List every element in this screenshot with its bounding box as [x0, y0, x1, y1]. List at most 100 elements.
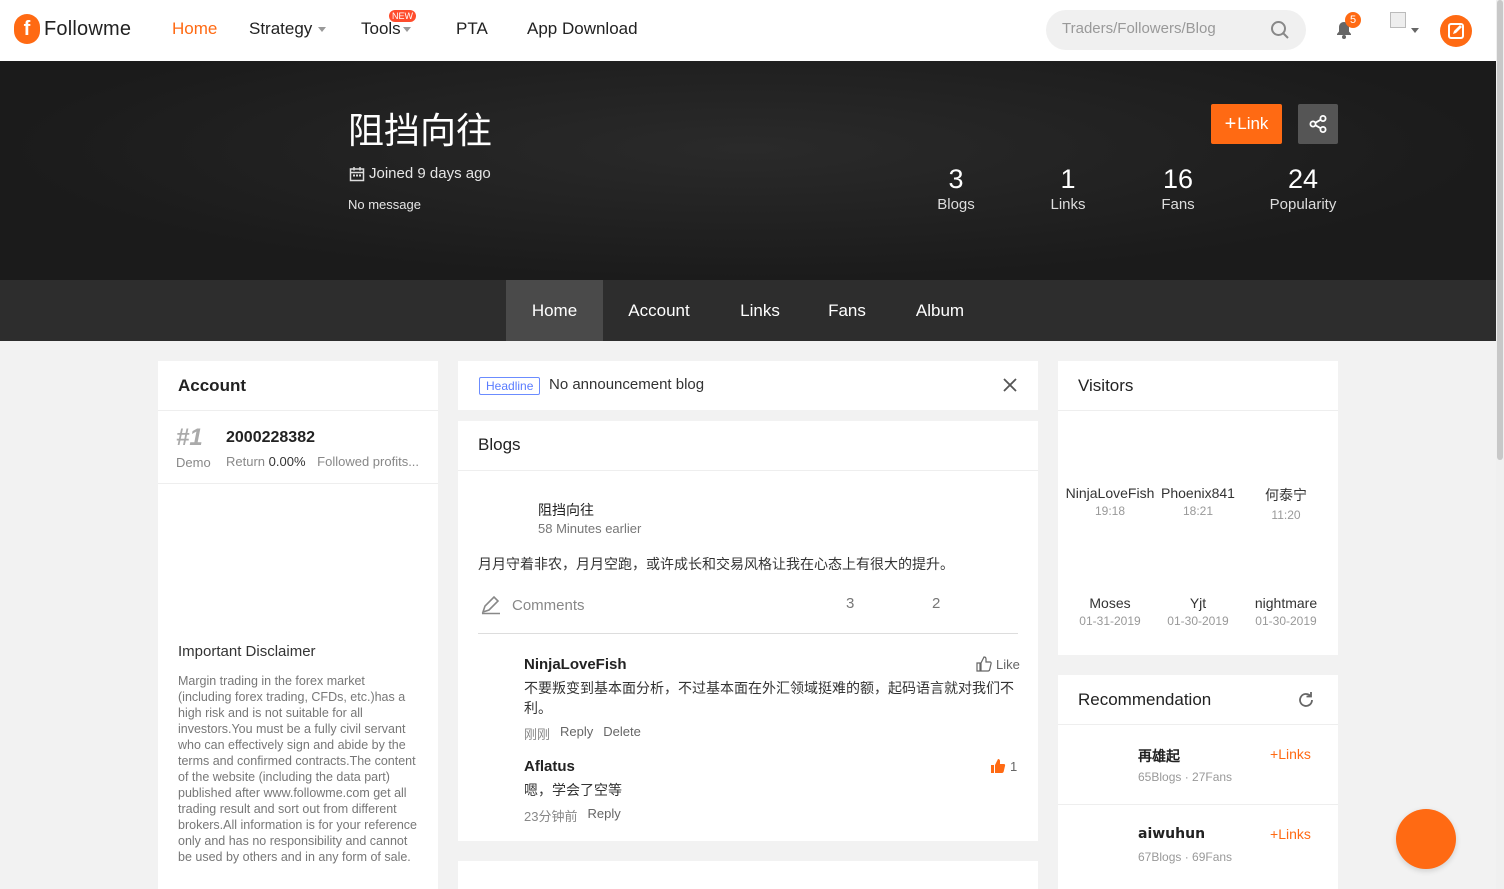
rec-link-button[interactable]: +Links: [1270, 746, 1311, 762]
stat-value: 16: [1162, 164, 1194, 194]
tab-account[interactable]: Account: [612, 280, 706, 341]
refresh-icon[interactable]: [1296, 690, 1316, 715]
nav-strategy-label: Strategy: [249, 19, 313, 38]
rec-link-button[interactable]: +Links: [1270, 826, 1311, 842]
avatar[interactable]: [1390, 12, 1406, 28]
stat-value: 1: [1060, 164, 1076, 194]
joined-text: Joined 9 days ago: [369, 165, 491, 182]
rec-user-name[interactable]: aiwuhun: [1138, 826, 1205, 842]
nav-home[interactable]: Home: [172, 19, 217, 39]
notification-badge: 5: [1345, 12, 1361, 28]
tab-links[interactable]: Links: [722, 280, 798, 341]
visitor-item[interactable]: Moses 01-31-2019: [1062, 595, 1158, 628]
recommendation-title: Recommendation: [1078, 690, 1212, 709]
edit-comment-icon: [481, 595, 500, 615]
stat-blogs[interactable]: 3 Blogs: [937, 164, 975, 213]
chevron-down-icon[interactable]: [1411, 28, 1419, 33]
reply-button[interactable]: Reply: [560, 724, 593, 743]
stat-label: Blogs: [937, 196, 975, 213]
nav-tools[interactable]: Tools: [361, 19, 411, 39]
visitor-name: 何泰宁: [1265, 487, 1307, 503]
tab-fans[interactable]: Fans: [812, 280, 882, 341]
nav-strategy[interactable]: Strategy: [249, 19, 327, 39]
blogs-card: [458, 421, 1038, 841]
floating-action-button[interactable]: [1396, 809, 1456, 869]
headline-tag: Headline: [479, 377, 541, 395]
close-icon[interactable]: [1002, 377, 1018, 398]
visitor-time: 01-31-2019: [1079, 614, 1141, 628]
announcement-card: [458, 361, 1038, 410]
tab-home[interactable]: Home: [506, 280, 603, 341]
stat-links[interactable]: 1 Links: [1050, 164, 1085, 213]
disclaimer-title: Important Disclaimer: [178, 643, 316, 660]
account-rank: #1: [176, 424, 203, 451]
share-button[interactable]: [1298, 104, 1338, 144]
post-count[interactable]: 3: [846, 595, 854, 612]
link-button[interactable]: + Link: [1211, 104, 1282, 144]
followed-profits: Followed profits...: [317, 454, 420, 469]
comment-author[interactable]: NinjaLoveFish: [524, 656, 627, 673]
thumbs-up-icon: [976, 656, 992, 672]
like-label: Like: [996, 656, 1020, 672]
search-icon[interactable]: [1270, 20, 1290, 45]
visitor-name: nightmare: [1254, 595, 1318, 611]
delete-button[interactable]: Delete: [603, 724, 641, 743]
plus-icon: +: [1224, 112, 1237, 135]
stat-fans[interactable]: 16 Fans: [1161, 164, 1194, 213]
rec-link-label: Links: [1278, 746, 1311, 762]
scrollbar-thumb[interactable]: [1497, 0, 1503, 460]
write-post-button[interactable]: [1440, 15, 1472, 47]
announcement-text: No announcement blog: [549, 376, 705, 393]
thumbs-up-icon: [991, 759, 1006, 773]
comment-author[interactable]: Aflatus: [524, 758, 575, 775]
new-badge: NEW: [389, 10, 416, 22]
calendar-icon: [349, 166, 365, 181]
followme-logo[interactable]: f Followme: [14, 14, 131, 44]
reply-button[interactable]: Reply: [587, 806, 620, 825]
visitor-name: Moses: [1089, 595, 1131, 611]
divider: [1058, 724, 1338, 725]
stat-label: Fans: [1161, 196, 1195, 213]
nav-app-download[interactable]: App Download: [527, 19, 638, 39]
divider: [478, 633, 1018, 634]
rec-user-name[interactable]: 再雄起: [1138, 746, 1180, 766]
visitor-item[interactable]: 何泰宁 11:20: [1238, 485, 1334, 522]
stat-value: 24: [1287, 164, 1319, 194]
logo-text: Followme: [44, 17, 132, 40]
rec-link-label: Links: [1278, 826, 1311, 842]
account-number[interactable]: 2000228382: [226, 429, 315, 447]
next-blog-card: [458, 861, 1038, 889]
stat-label: Links: [1050, 196, 1086, 213]
comment-meta: 刚刚 Reply Delete: [524, 724, 641, 743]
like-button[interactable]: 1: [990, 758, 1017, 774]
post-author[interactable]: 阻挡向往: [538, 500, 594, 520]
divider: [458, 470, 1038, 471]
profile-tabbar: Home Account Links Fans Album: [0, 280, 1496, 341]
comments-label: Comments: [512, 596, 585, 614]
stat-label: Popularity: [1269, 196, 1337, 213]
chevron-down-icon: [318, 27, 327, 33]
visitor-item[interactable]: nightmare 01-30-2019: [1238, 595, 1334, 628]
divider: [158, 410, 438, 411]
comments-button[interactable]: Comments: [480, 595, 585, 615]
nav-pta[interactable]: PTA: [456, 19, 488, 39]
visitor-item[interactable]: Yjt 01-30-2019: [1150, 595, 1246, 628]
visitor-item[interactable]: NinjaLoveFish 19:18: [1062, 485, 1158, 518]
tab-album[interactable]: Album: [898, 280, 982, 341]
visitor-time: 01-30-2019: [1167, 614, 1229, 628]
visitor-name: NinjaLoveFish: [1065, 485, 1155, 501]
visitor-name: Yjt: [1189, 595, 1207, 611]
rec-user-meta: 65Blogs · 27Fans: [1138, 770, 1233, 784]
search-input[interactable]: [1062, 20, 1262, 37]
page-scrollbar[interactable]: [1496, 0, 1504, 889]
post-count[interactable]: 2: [932, 595, 940, 612]
like-count: 1: [1010, 758, 1018, 774]
post-body[interactable]: 月月守着非农，月月空跑，或许成长和交易风格让我在心态上有很大的提升。: [478, 554, 954, 574]
visitor-item[interactable]: Phoenix841 18:21: [1150, 485, 1246, 518]
plus-icon: +: [1270, 746, 1279, 762]
return-label: Return: [226, 454, 266, 469]
like-button[interactable]: Like: [976, 656, 1020, 672]
stat-popularity[interactable]: 24 Popularity: [1270, 164, 1337, 213]
chevron-down-icon: [402, 27, 411, 33]
edit-icon: [1448, 23, 1464, 39]
